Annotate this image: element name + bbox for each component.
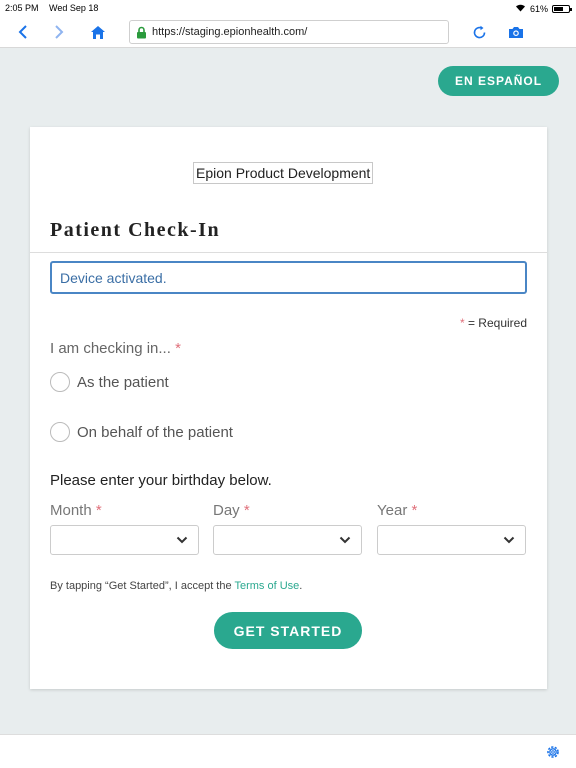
- bottom-toolbar: [0, 734, 576, 768]
- checkin-question-text: I am checking in...: [50, 340, 171, 357]
- organization-logo: Epion Product Development: [193, 162, 374, 184]
- option-label: On behalf of the patient: [77, 423, 233, 441]
- required-legend: * = Required: [460, 316, 527, 330]
- url-text: https://staging.epionhealth.com/: [152, 26, 308, 38]
- reload-icon: [473, 25, 485, 38]
- home-icon: [91, 25, 105, 39]
- day-select[interactable]: [213, 525, 362, 555]
- home-button[interactable]: [88, 22, 108, 42]
- wifi-icon: [515, 3, 526, 14]
- year-label: Year *: [377, 502, 417, 519]
- terms-notice: By tapping “Get Started”, I accept the T…: [50, 580, 302, 592]
- back-button[interactable]: [13, 22, 33, 42]
- status-time: 2:05 PM: [5, 3, 39, 13]
- camera-icon: [509, 26, 523, 38]
- chevron-left-icon: [18, 25, 27, 39]
- terms-prefix: By tapping “Get Started”, I accept the: [50, 580, 235, 592]
- radio-button[interactable]: [50, 422, 70, 442]
- check-in-card: Epion Product Development Patient Check-…: [30, 127, 547, 689]
- terms-of-use-link[interactable]: Terms of Use: [234, 580, 299, 592]
- chevron-down-icon: [503, 536, 515, 544]
- status-bar: 2:05 PM Wed Sep 18 61%: [0, 0, 576, 16]
- year-select[interactable]: [377, 525, 526, 555]
- month-label-text: Month: [50, 502, 92, 519]
- camera-button[interactable]: [506, 22, 526, 42]
- option-as-patient[interactable]: As the patient: [50, 372, 169, 392]
- get-started-button[interactable]: GET STARTED: [214, 612, 362, 649]
- chevron-right-icon: [55, 25, 64, 39]
- status-alert: Device activated.: [50, 261, 527, 294]
- checkin-question: I am checking in... *: [50, 340, 181, 357]
- day-label-text: Day: [213, 502, 240, 519]
- radio-button[interactable]: [50, 372, 70, 392]
- spanish-language-button[interactable]: EN ESPAÑOL: [438, 66, 559, 96]
- settings-button[interactable]: [545, 744, 561, 765]
- month-select[interactable]: [50, 525, 199, 555]
- status-indicators: 61%: [515, 3, 572, 14]
- required-asterisk: *: [243, 502, 250, 519]
- lock-icon: [137, 26, 146, 38]
- status-date: Wed Sep 18: [49, 3, 99, 13]
- forward-button[interactable]: [49, 22, 69, 42]
- option-label: As the patient: [77, 373, 169, 391]
- required-legend-text: = Required: [464, 316, 527, 330]
- gear-icon: [547, 746, 559, 758]
- page-title: Patient Check-In: [50, 219, 221, 241]
- title-divider: [30, 252, 547, 253]
- required-asterisk: *: [411, 502, 418, 519]
- terms-suffix: .: [299, 580, 303, 592]
- required-asterisk: *: [95, 502, 102, 519]
- day-label: Day *: [213, 502, 250, 519]
- required-asterisk: *: [175, 340, 181, 357]
- option-on-behalf[interactable]: On behalf of the patient: [50, 422, 233, 442]
- address-bar[interactable]: https://staging.epionhealth.com/: [129, 20, 449, 44]
- year-label-text: Year: [377, 502, 408, 519]
- battery-percent: 61%: [529, 3, 548, 14]
- reload-button[interactable]: [469, 22, 489, 42]
- chevron-down-icon: [339, 536, 351, 544]
- chevron-down-icon: [176, 536, 188, 544]
- battery-icon: [552, 4, 572, 13]
- month-label: Month *: [50, 502, 102, 519]
- birthday-prompt: Please enter your birthday below.: [50, 472, 272, 489]
- browser-toolbar: https://staging.epionhealth.com/: [0, 16, 576, 48]
